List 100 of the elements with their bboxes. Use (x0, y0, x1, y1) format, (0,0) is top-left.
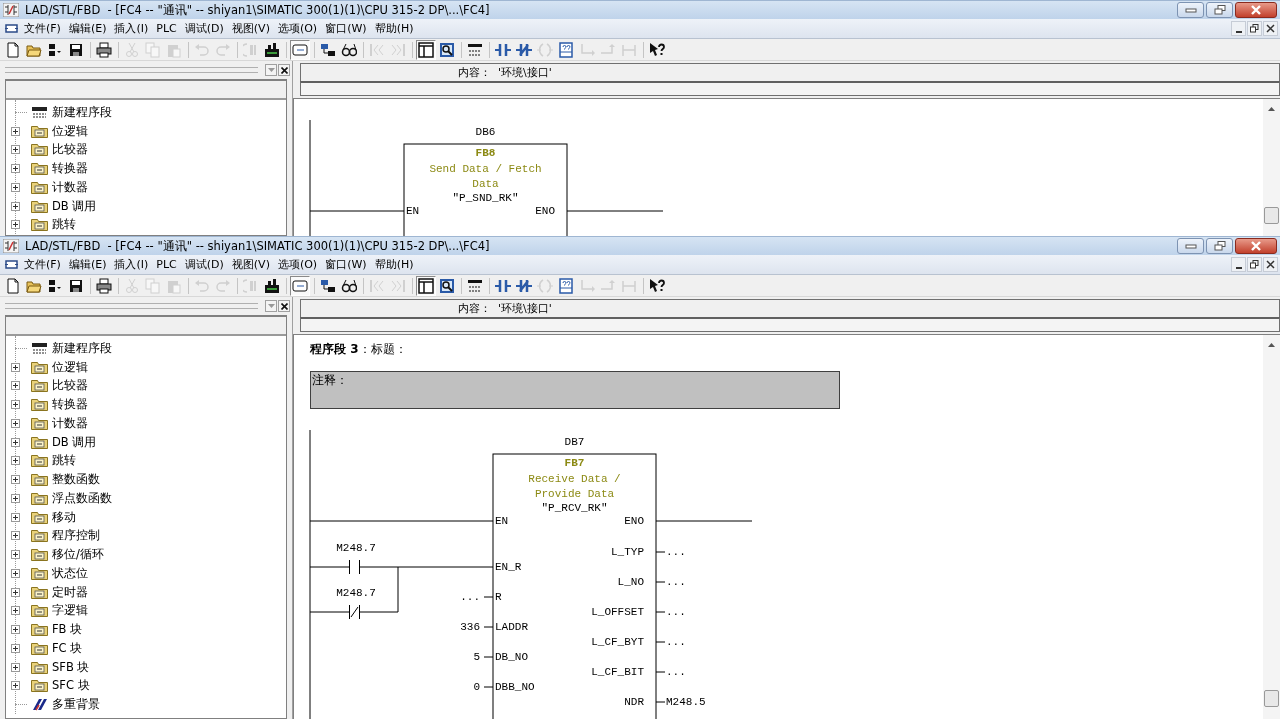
expand-toggle[interactable] (11, 400, 20, 410)
box-icon[interactable] (556, 39, 576, 60)
menu-item[interactable]: 文件(F) (22, 19, 67, 38)
expand-toggle[interactable] (11, 475, 20, 485)
tree-item-label[interactable]: 转换器 (52, 161, 88, 177)
scrollbar-thumb[interactable] (1264, 690, 1279, 707)
menu-item[interactable]: 窗口(W) (323, 19, 373, 38)
expand-toggle[interactable] (11, 550, 20, 560)
tree-item-label[interactable]: 新建程序段 (52, 340, 112, 356)
expand-toggle[interactable] (11, 201, 20, 211)
menu-item[interactable]: 调试(D) (182, 255, 230, 274)
scroll-up-icon[interactable] (1268, 107, 1275, 111)
function-block[interactable] (403, 143, 568, 236)
menu-item[interactable]: 插入(I) (112, 255, 155, 274)
close-button[interactable] (278, 300, 290, 312)
box-icon[interactable] (556, 275, 576, 296)
tree-item-label[interactable]: 跳转 (52, 453, 76, 469)
window-icon[interactable] (290, 275, 310, 296)
expand-toggle[interactable] (11, 662, 20, 672)
close-button[interactable] (278, 64, 290, 76)
tree-item-label[interactable]: 程序控制 (52, 528, 100, 544)
tree-item-label[interactable]: 计数器 (52, 415, 88, 431)
menu-item[interactable]: 帮助(H) (372, 19, 420, 38)
tree-item-label[interactable]: 浮点数函数 (52, 490, 112, 506)
expand-toggle[interactable] (11, 418, 20, 428)
comment-box[interactable]: 注释： (310, 371, 840, 409)
expand-toggle[interactable] (11, 437, 20, 447)
expand-toggle[interactable] (11, 587, 20, 597)
tree-item-label[interactable]: 移动 (52, 509, 76, 525)
restore-button[interactable] (1247, 257, 1262, 272)
tree-item-label[interactable]: 移位/循环 (52, 547, 104, 563)
tree-item-label[interactable]: 状态位 (52, 565, 88, 581)
tree-item-label[interactable]: 位逻辑 (52, 359, 88, 375)
expand-toggle[interactable] (11, 381, 20, 391)
menu-item[interactable]: 视图(V) (229, 19, 276, 38)
tree-item-label[interactable]: 多重背景 (52, 697, 100, 713)
scroll-up-icon[interactable] (1268, 343, 1275, 347)
expand-toggle[interactable] (11, 493, 20, 503)
expand-toggle[interactable] (11, 531, 20, 541)
tree-item-label[interactable]: SFB 块 (52, 659, 90, 675)
panel-icon[interactable] (416, 39, 436, 60)
expand-toggle[interactable] (11, 362, 20, 372)
function-block[interactable] (492, 453, 657, 719)
close-button[interactable] (1235, 2, 1277, 18)
menu-item[interactable]: 插入(I) (112, 19, 155, 38)
tree-item-label[interactable]: 计数器 (52, 179, 88, 195)
tree-item-label[interactable]: 比较器 (52, 378, 88, 394)
tree-item-label[interactable]: 字逻辑 (52, 603, 88, 619)
expand-toggle[interactable] (11, 625, 20, 635)
menu-item[interactable]: 帮助(H) (372, 255, 420, 274)
close-button[interactable] (1235, 238, 1277, 254)
tree-item-label[interactable]: 跳转 (52, 217, 76, 233)
expand-toggle[interactable] (11, 512, 20, 522)
expand-toggle[interactable] (11, 182, 20, 192)
menu-item[interactable]: 文件(F) (22, 255, 67, 274)
expand-toggle[interactable] (11, 681, 20, 691)
expand-toggle[interactable] (11, 606, 20, 616)
scrollbar[interactable] (1263, 99, 1280, 236)
window-icon[interactable] (290, 39, 310, 60)
system-menu-icon[interactable] (5, 23, 18, 34)
tree-item-label[interactable]: 位逻辑 (52, 123, 88, 139)
print-icon[interactable] (94, 275, 114, 296)
menu-item[interactable]: PLC (154, 19, 183, 38)
expand-toggle[interactable] (11, 164, 20, 174)
print-icon[interactable] (94, 39, 114, 60)
tree-item-label[interactable]: 整数函数 (52, 472, 100, 488)
minimize-button[interactable] (1231, 257, 1246, 272)
menu-item[interactable]: 窗口(W) (323, 255, 373, 274)
minimize-button[interactable] (1231, 21, 1246, 36)
menu-item[interactable]: 选项(O) (275, 255, 324, 274)
tree-item-label[interactable]: FB 块 (52, 622, 83, 638)
tree-item-label[interactable]: DB 调用 (52, 434, 97, 450)
negated-contact-symbol[interactable] (349, 604, 360, 620)
menu-item[interactable]: 编辑(E) (66, 19, 113, 38)
panel-icon[interactable] (416, 275, 436, 296)
scrollbar-thumb[interactable] (1264, 207, 1279, 224)
tree-item-label[interactable]: FC 块 (52, 640, 83, 656)
tree-item-label[interactable]: DB 调用 (52, 198, 97, 214)
menu-item[interactable]: PLC (154, 255, 183, 274)
expand-toggle[interactable] (11, 568, 20, 578)
menu-item[interactable]: 编辑(E) (66, 255, 113, 274)
menu-item[interactable]: 调试(D) (182, 19, 230, 38)
tree-item-label[interactable]: 转换器 (52, 397, 88, 413)
tree-item-label[interactable]: 定时器 (52, 584, 88, 600)
expand-toggle[interactable] (11, 145, 20, 155)
restore-button[interactable] (1247, 21, 1262, 36)
expand-toggle[interactable] (11, 643, 20, 653)
system-menu-icon[interactable] (5, 259, 18, 270)
tree-item-label[interactable]: 比较器 (52, 142, 88, 158)
tree-item-label[interactable]: 新建程序段 (52, 104, 112, 120)
tree-item-label[interactable]: SFC 块 (52, 678, 90, 694)
menu-item[interactable]: 选项(O) (275, 19, 324, 38)
restore-button[interactable] (1206, 238, 1233, 254)
scrollbar[interactable] (1263, 335, 1280, 719)
expand-toggle[interactable] (11, 126, 20, 136)
contact-symbol[interactable] (349, 559, 360, 575)
menu-item[interactable]: 视图(V) (229, 255, 276, 274)
expand-toggle[interactable] (11, 456, 20, 466)
expand-toggle[interactable] (11, 220, 20, 230)
restore-button[interactable] (1206, 2, 1233, 18)
